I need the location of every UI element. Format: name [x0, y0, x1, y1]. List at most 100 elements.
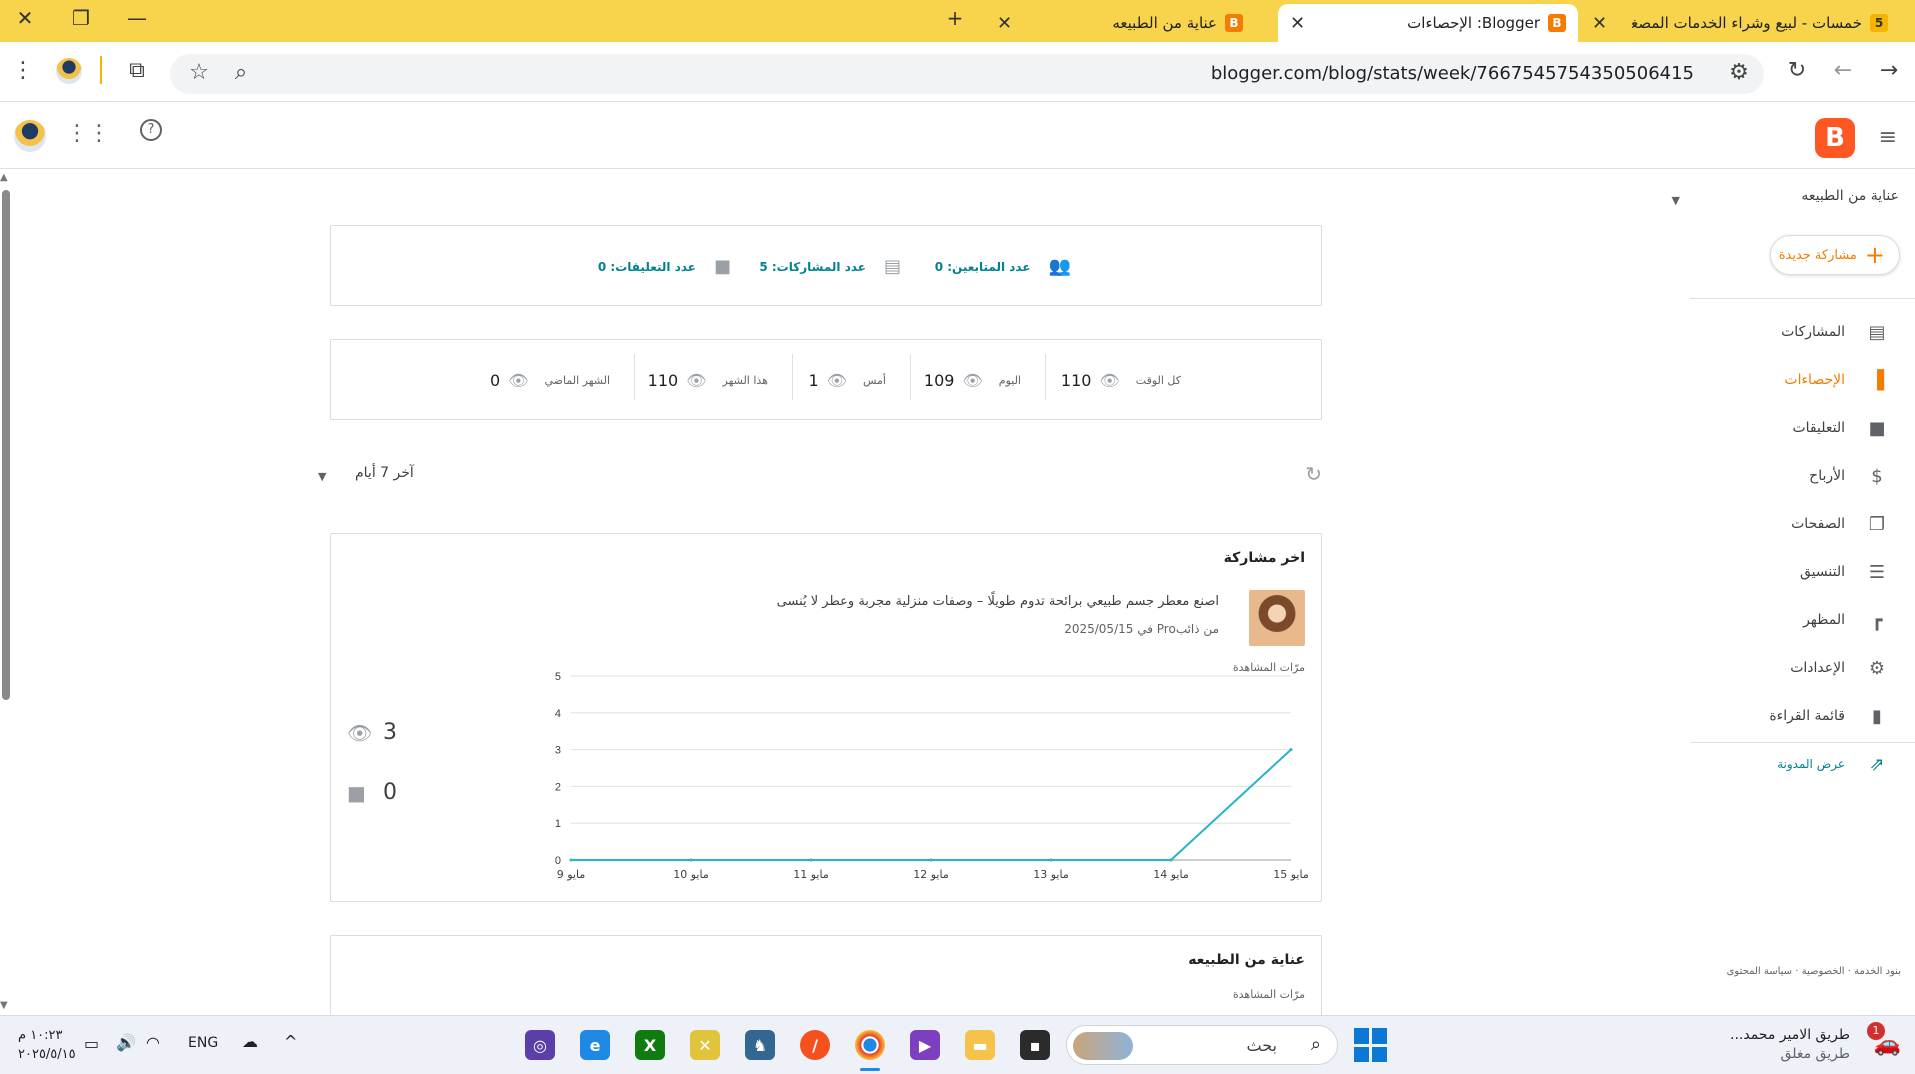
chevron-up-icon[interactable]: ^ [284, 1032, 297, 1051]
hamburger-menu-icon[interactable]: ≡ [1879, 125, 1897, 150]
toolbar-divider [100, 56, 102, 84]
plus-icon: + [1864, 241, 1885, 269]
eye-icon: 👁 [347, 720, 373, 745]
x-tick-label: مايو 11 [793, 868, 829, 881]
sidebar-item-earnings[interactable]: $ الأرباح [1690, 456, 1915, 496]
edge-icon[interactable]: e [580, 1030, 610, 1060]
traffic-widget[interactable]: طريق الامير محمد... طريق مغلق [1730, 1026, 1850, 1064]
blog-selector[interactable]: عناية من الطبيعه [1801, 188, 1899, 204]
close-tab-icon[interactable]: ✕ [1290, 13, 1305, 34]
privacy-link[interactable]: الخصوصية [1802, 966, 1845, 977]
post-title[interactable]: اصنع معطر جسم طبيعي برائحة تدوم طويلًا –… [777, 594, 1219, 609]
omnibox[interactable]: ☆ ⌕ blogger.com/blog/stats/week/76675457… [170, 54, 1764, 94]
pages-icon: ❐ [1868, 513, 1886, 535]
sidebar-item-pages[interactable]: ❐ الصفحات [1690, 504, 1915, 544]
file-explorer-icon[interactable]: ▬ [965, 1030, 995, 1060]
blogger-favicon-icon: B [1548, 14, 1566, 32]
comments-icon: ■ [1868, 417, 1886, 439]
terminal-icon[interactable]: ▪ [1020, 1030, 1050, 1060]
y-tick-label: 5 [555, 671, 561, 683]
date-text: ٢٠٢٥/٥/١٥ [18, 1047, 76, 1062]
refresh-icon[interactable]: ↻ [1305, 462, 1322, 486]
sidebar-item-reading-list[interactable]: ▮ قائمة القراءة [1690, 696, 1915, 736]
reload-icon[interactable]: ↻ [1782, 58, 1812, 83]
sidebar-item-settings[interactable]: ⚙ الإعدادات [1690, 648, 1915, 688]
close-tab-icon[interactable]: ✕ [997, 13, 1012, 34]
posts-stat: ▤ عدد المشاركات: 5 [759, 256, 901, 277]
app-icon-pocket[interactable]: ◎ [525, 1030, 555, 1060]
url-text[interactable]: blogger.com/blog/stats/week/766754575435… [1211, 63, 1694, 84]
tab-first[interactable]: 5 خمسات - لبيع وشراء الخدمات المصغرة ✕ [1580, 4, 1900, 42]
sidebar-item-label: المظهر [1803, 612, 1845, 628]
scrollbar[interactable]: ▲ ▼ [0, 170, 12, 1015]
zoom-icon[interactable]: ⌕ [226, 60, 256, 85]
stats-icon: ▐ [1870, 369, 1884, 391]
app-icon-pen[interactable]: / [800, 1030, 830, 1060]
chevron-down-icon[interactable]: ▼ [318, 470, 326, 483]
visual-studio-icon[interactable]: ▶ [910, 1030, 940, 1060]
post-views-count: 3 [383, 720, 397, 745]
bookmark-star-icon[interactable]: ☆ [184, 60, 214, 85]
scroll-down-icon[interactable]: ▼ [0, 1000, 8, 1011]
eye-icon: 👁 [826, 370, 848, 390]
battery-icon[interactable]: ▭ [84, 1034, 99, 1053]
clock[interactable]: ١٠:٢٣ م ٢٠٢٥/٥/١٥ [18, 1026, 76, 1064]
xbox-icon[interactable]: X [635, 1030, 665, 1060]
volume-icon[interactable]: 🔊 [116, 1033, 136, 1052]
tab-active[interactable]: B Blogger: الإحصاءات ✕ [1278, 4, 1578, 42]
post-thumbnail[interactable] [1249, 590, 1305, 646]
notification-badge: 1 [1867, 1022, 1885, 1040]
taskbar-search[interactable]: بحث ⌕ [1066, 1025, 1338, 1065]
chevron-down-icon[interactable]: ▼ [1672, 194, 1680, 207]
sidebar-item-posts[interactable]: ▤ المشاركات [1690, 312, 1915, 352]
new-tab-icon[interactable]: + [940, 6, 970, 30]
views-value: 0 [490, 370, 501, 390]
views-value: 1 [808, 370, 819, 390]
wifi-icon[interactable]: ◠ [146, 1033, 160, 1052]
tab-third[interactable]: B عناية من الطبيعه ✕ [985, 4, 1255, 42]
extensions-icon[interactable]: ⧉ [122, 58, 152, 83]
new-post-button[interactable]: + مشاركة جديدة [1770, 235, 1900, 275]
apps-grid-icon[interactable]: ⋮⋮ [66, 121, 110, 146]
views-separator [792, 354, 793, 400]
sidebar-item-stats[interactable]: ▐ الإحصاءات [1690, 360, 1915, 400]
data-point [569, 858, 573, 862]
content-policy-link[interactable]: سياسة المحتوى [1727, 966, 1792, 977]
forward-icon[interactable]: ← [1828, 58, 1858, 83]
close-window-icon[interactable]: ✕ [10, 6, 40, 30]
windows-start-icon[interactable] [1354, 1028, 1388, 1062]
comments-count: عدد التعليقات: 0 [597, 259, 696, 274]
help-icon[interactable]: ? [140, 119, 162, 141]
account-avatar[interactable] [14, 120, 46, 152]
blogger-logo-icon[interactable]: B [1815, 118, 1855, 158]
range-select[interactable]: آخر 7 أيام [355, 465, 414, 481]
site-settings-icon[interactable]: ⚙ [1724, 60, 1754, 85]
address-toolbar: ⋮ ⧉ ☆ ⌕ blogger.com/blog/stats/week/7667… [0, 42, 1915, 102]
start-tile [1354, 1046, 1369, 1062]
restore-window-icon[interactable]: ❐ [66, 6, 96, 30]
open-external-icon: ⇗ [1869, 753, 1885, 775]
sidebar-item-comments[interactable]: ■ التعليقات [1690, 408, 1915, 448]
search-highlight-image [1073, 1032, 1133, 1060]
data-point [929, 858, 933, 862]
scroll-thumb[interactable] [2, 190, 10, 700]
chrome-icon[interactable] [855, 1030, 885, 1060]
cloud-icon[interactable]: ☁ [242, 1032, 258, 1051]
sidebar-item-layout[interactable]: ☰ التنسيق [1690, 552, 1915, 592]
sidebar-item-theme[interactable]: ┏ المظهر [1690, 600, 1915, 640]
app-icon-tools[interactable]: ✕ [690, 1030, 720, 1060]
back-icon[interactable]: → [1874, 58, 1904, 83]
minimize-window-icon[interactable]: — [122, 6, 152, 30]
followers-stat: 👥 عدد المتابعين: 0 [935, 256, 1071, 277]
language-indicator[interactable]: ENG [188, 1035, 218, 1051]
data-point [809, 858, 813, 862]
sidebar-item-label: الإعدادات [1790, 660, 1845, 676]
scroll-up-icon[interactable]: ▲ [0, 172, 8, 183]
close-tab-icon[interactable]: ✕ [1592, 13, 1607, 34]
menu-dots-icon[interactable]: ⋮ [8, 58, 38, 83]
postgres-icon[interactable]: ♞ [745, 1030, 775, 1060]
terms-link[interactable]: بنود الخدمة [1854, 966, 1901, 977]
views-label: الشهر الماضي [544, 373, 610, 387]
view-blog-link[interactable]: ⇗ عرض المدونة [1690, 744, 1915, 784]
profile-avatar[interactable] [56, 58, 82, 84]
